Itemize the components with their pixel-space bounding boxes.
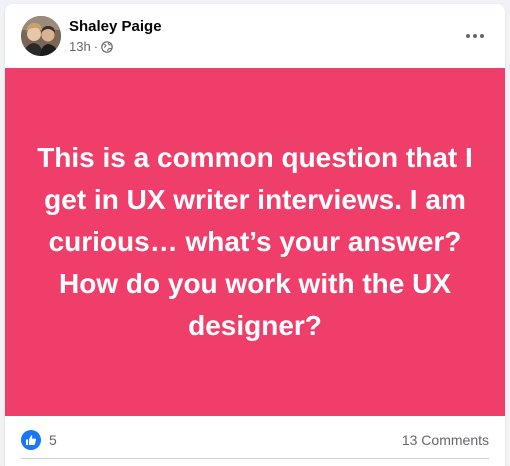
- post-background-banner: This is a common question that I get in …: [5, 68, 505, 416]
- like-icon: [21, 430, 41, 450]
- globe-icon: [101, 41, 113, 53]
- footer-divider: [21, 458, 489, 459]
- meta-separator: ·: [93, 39, 99, 54]
- post-meta: 13h ·: [69, 39, 113, 55]
- post-text: This is a common question that I get in …: [37, 142, 473, 341]
- more-options-icon[interactable]: [461, 24, 489, 48]
- reaction-count: 5: [49, 432, 57, 448]
- author-name[interactable]: Shaley Paige: [69, 18, 162, 36]
- post-header: Shaley Paige 13h ·: [5, 4, 505, 68]
- post-footer: 5 13 Comments: [5, 416, 505, 460]
- comments-count-link[interactable]: 13 Comments: [402, 431, 489, 449]
- reaction-summary[interactable]: 5: [21, 430, 57, 450]
- post-card: Shaley Paige 13h · This is a common ques…: [5, 4, 505, 466]
- post-time[interactable]: 13h: [69, 39, 91, 55]
- avatar[interactable]: [21, 16, 61, 56]
